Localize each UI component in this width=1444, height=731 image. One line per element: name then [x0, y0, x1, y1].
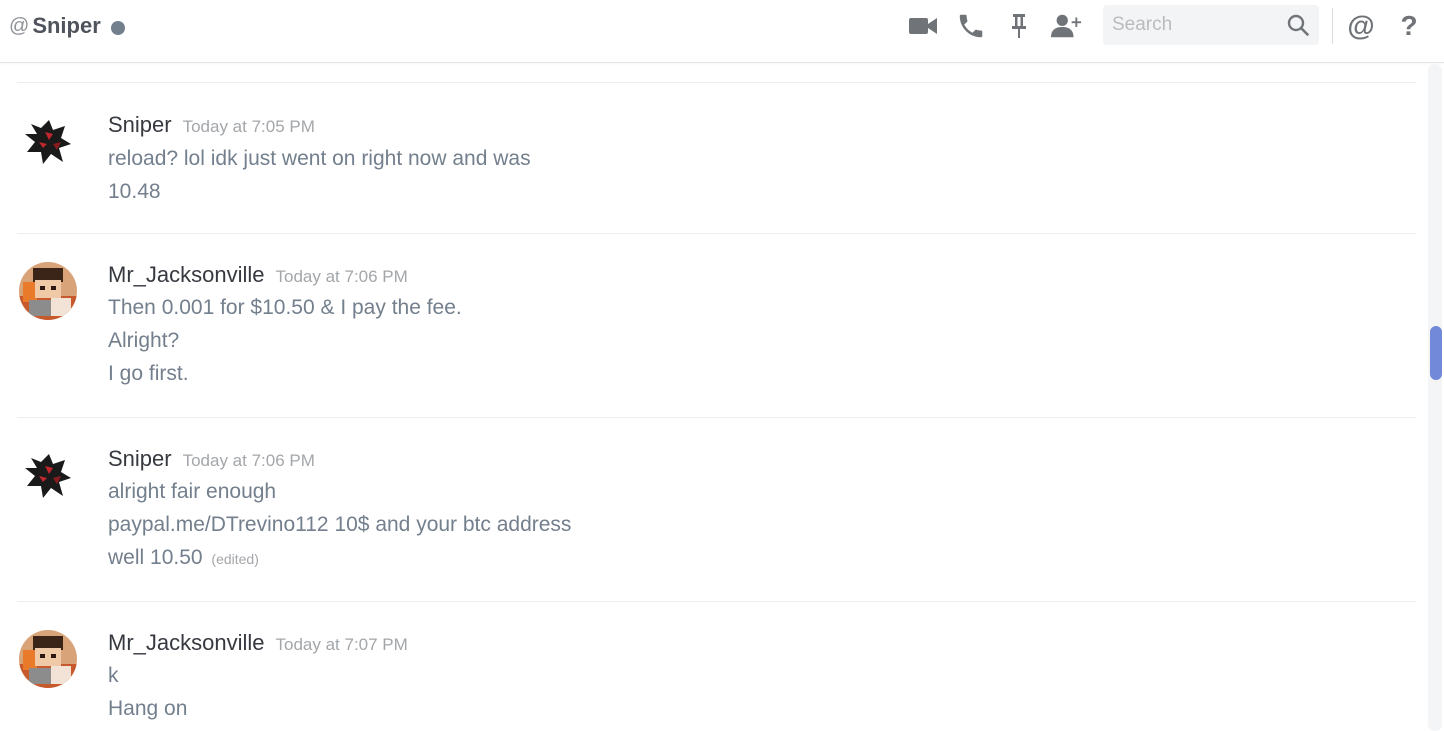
message-header: Sniper Today at 7:06 PM	[108, 446, 315, 472]
message-group: Sniper Today at 7:06 PM alright fair eno…	[17, 417, 1416, 601]
message-group: Sniper Today at 7:05 PM reload? lol idk …	[17, 82, 1416, 233]
message-timestamp: Today at 7:06 PM	[275, 267, 408, 286]
message-author[interactable]: Sniper	[108, 446, 172, 472]
message-timestamp: Today at 7:07 PM	[275, 635, 408, 654]
dark-dragon-avatar-icon	[19, 446, 77, 504]
message-header: Sniper Today at 7:05 PM	[108, 112, 315, 138]
message-text: alright fair enough	[108, 480, 277, 503]
message-author[interactable]: Mr_Jacksonville	[108, 262, 265, 288]
message-group: Mr_Jacksonville Today at 7:07 PM k Hang …	[17, 601, 1416, 731]
search-icon[interactable]	[1287, 14, 1309, 36]
dm-title: @ Sniper	[9, 12, 125, 40]
channel-header: @ Sniper Search @ ?	[0, 0, 1444, 63]
avatar[interactable]	[19, 446, 77, 504]
character-avatar-icon	[19, 630, 77, 688]
add-friend-button[interactable]	[1050, 10, 1082, 42]
video-call-icon	[909, 18, 937, 34]
help-button[interactable]: ?	[1393, 10, 1425, 42]
character-avatar-icon	[19, 262, 77, 320]
search-box[interactable]	[1103, 5, 1319, 45]
message-text: I go first.	[108, 362, 189, 385]
message-timestamp: Today at 7:06 PM	[182, 451, 315, 470]
pin-icon	[1012, 14, 1026, 38]
toolbar-divider	[1332, 8, 1333, 44]
message-text: paypal.me/DTrevino112 10$ and your btc a…	[108, 513, 572, 536]
avatar[interactable]	[19, 262, 77, 320]
voice-call-icon	[959, 14, 983, 38]
avatar[interactable]	[19, 112, 77, 170]
message-author[interactable]: Sniper	[108, 112, 172, 138]
scrollbar-thumb[interactable]	[1430, 326, 1442, 380]
message-text: Alright?	[108, 329, 180, 352]
dm-recipient-name[interactable]: Sniper	[32, 13, 100, 39]
message-header: Mr_Jacksonville Today at 7:06 PM	[108, 262, 408, 288]
message-text: Then 0.001 for $10.50 & I pay the fee.	[108, 296, 462, 319]
edited-label: (edited)	[211, 551, 259, 567]
voice-call-button[interactable]	[955, 10, 987, 42]
message-author[interactable]: Mr_Jacksonville	[108, 630, 265, 656]
message-timestamp: Today at 7:05 PM	[182, 117, 315, 136]
message-text: reload? lol idk just went on right now a…	[108, 147, 531, 170]
message-header: Mr_Jacksonville Today at 7:07 PM	[108, 630, 408, 656]
message-list[interactable]: Sniper Today at 7:05 PM reload? lol idk …	[0, 63, 1425, 731]
dark-dragon-avatar-icon	[19, 112, 77, 170]
message-group: Mr_Jacksonville Today at 7:06 PM Then 0.…	[17, 233, 1416, 417]
video-call-button[interactable]	[907, 10, 939, 42]
mentions-button[interactable]: @	[1345, 10, 1377, 42]
message-text: well 10.50	[108, 546, 203, 569]
search-input[interactable]	[1103, 5, 1282, 45]
status-indicator	[110, 20, 125, 35]
message-text: 10.48	[108, 180, 161, 203]
avatar[interactable]	[19, 630, 77, 688]
add-friend-icon	[1050, 14, 1082, 38]
scrollbar-track[interactable]	[1428, 64, 1442, 731]
message-text: Hang on	[108, 697, 188, 720]
at-icon: @	[9, 14, 30, 37]
message-text: k	[108, 664, 119, 687]
message-text-edited: well 10.50 (edited)	[108, 546, 259, 570]
pinned-messages-button[interactable]	[1003, 10, 1035, 42]
